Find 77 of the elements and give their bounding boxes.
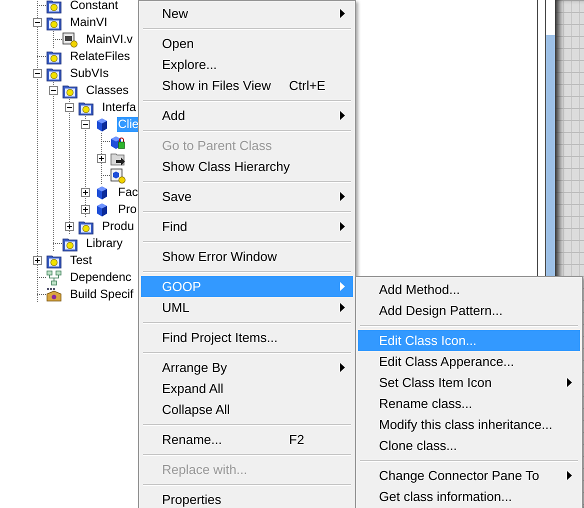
menu-item[interactable]: Clone class...	[358, 435, 580, 456]
tree-item[interactable]: Build Specif	[69, 287, 134, 302]
folder-icon	[46, 252, 62, 268]
menu-item[interactable]: Show Class Hierarchy	[141, 156, 353, 177]
tree-item[interactable]: Test	[69, 253, 94, 268]
menu-item[interactable]: Find Project Items...	[141, 327, 353, 348]
folder-icon	[46, 66, 62, 82]
tree-item[interactable]: Produ	[101, 219, 136, 234]
submenu-arrow-icon	[340, 111, 345, 120]
menu-item[interactable]: Add Design Pattern...	[358, 300, 580, 321]
menu-item[interactable]: Open	[141, 33, 353, 54]
tree-item[interactable]: Dependenc	[69, 270, 132, 285]
menu-item[interactable]: Arrange By	[141, 357, 353, 378]
cube-icon	[94, 116, 110, 132]
package-icon	[46, 286, 62, 302]
submenu-arrow-icon	[340, 192, 345, 201]
tree-item[interactable]: Classes	[85, 83, 130, 98]
menu-item[interactable]: Get class information...	[358, 486, 580, 507]
vi-cube-icon	[110, 168, 126, 184]
menu-item[interactable]: Find	[141, 216, 353, 237]
scrollbar[interactable]	[546, 35, 555, 276]
tree-item[interactable]: Library	[85, 236, 124, 251]
expand-toggle[interactable]	[80, 188, 90, 197]
tree-item[interactable]: MainVI.v	[85, 32, 134, 47]
tree-item[interactable]: RelateFiles	[69, 49, 132, 64]
menu-item[interactable]: UML	[141, 297, 353, 318]
submenu-arrow-icon	[340, 282, 345, 291]
menu-item[interactable]: Rename class...	[358, 393, 580, 414]
menu-item[interactable]: Add Method...	[358, 279, 580, 300]
cube-icon	[94, 184, 110, 200]
folder-icon	[78, 218, 94, 234]
menu-item[interactable]: Edit Class Apperance...	[358, 351, 580, 372]
menu-item[interactable]: Modify this class inheritance...	[358, 414, 580, 435]
cube-icon	[94, 202, 110, 218]
folder-icon	[46, 0, 62, 14]
menu-item[interactable]: Properties	[141, 489, 353, 508]
collapse-toggle[interactable]	[64, 103, 74, 112]
tree-item[interactable]: Interfa	[101, 100, 138, 115]
menu-item[interactable]: Save	[141, 186, 353, 207]
folder-icon	[46, 48, 62, 64]
menu-item[interactable]: Set Class Item Icon	[358, 372, 580, 393]
submenu-arrow-icon	[567, 471, 572, 480]
collapse-toggle[interactable]	[32, 18, 42, 27]
menu-item[interactable]: Show Error Window	[141, 246, 353, 267]
tree-item[interactable]: Constant	[69, 0, 120, 13]
collapse-toggle[interactable]	[80, 120, 90, 129]
tree-item[interactable]: Pro	[117, 202, 138, 217]
submenu-arrow-icon	[340, 9, 345, 18]
menu-item[interactable]: Add	[141, 105, 353, 126]
collapse-toggle[interactable]	[32, 69, 42, 78]
submenu-arrow-icon	[340, 363, 345, 372]
folder-icon	[62, 236, 78, 252]
expand-toggle[interactable]	[96, 154, 106, 163]
tree-item[interactable]: Fac	[117, 185, 140, 200]
menu-item[interactable]: Rename... F2	[141, 429, 353, 450]
expand-toggle[interactable]	[80, 205, 90, 214]
tree-item[interactable]: SubVIs	[69, 66, 110, 81]
expand-toggle[interactable]	[64, 222, 74, 231]
collapse-toggle[interactable]	[48, 86, 58, 95]
hierarchy-icon	[46, 270, 62, 286]
expand-toggle[interactable]	[32, 256, 42, 265]
menu-item[interactable]: Change Connector Pane To	[358, 465, 580, 486]
submenu-arrow-icon	[340, 222, 345, 231]
submenu-arrow-icon	[567, 378, 572, 387]
menu-item[interactable]: Explore...	[141, 54, 353, 75]
folder-icon	[62, 82, 78, 98]
menu-item[interactable]: Expand All	[141, 378, 353, 399]
tree-item[interactable]: MainVI	[69, 15, 108, 30]
menu-item[interactable]: New	[141, 3, 353, 24]
folder-arrow-icon	[110, 150, 126, 166]
cube-lock-icon	[110, 134, 126, 150]
folder-icon	[46, 14, 62, 30]
menu-item[interactable]: Collapse All	[141, 399, 353, 420]
menu-item[interactable]: Show in Files View Ctrl+E	[141, 75, 353, 96]
submenu-arrow-icon	[340, 303, 345, 312]
folder-icon	[78, 100, 94, 116]
vi-file-icon	[62, 32, 78, 48]
